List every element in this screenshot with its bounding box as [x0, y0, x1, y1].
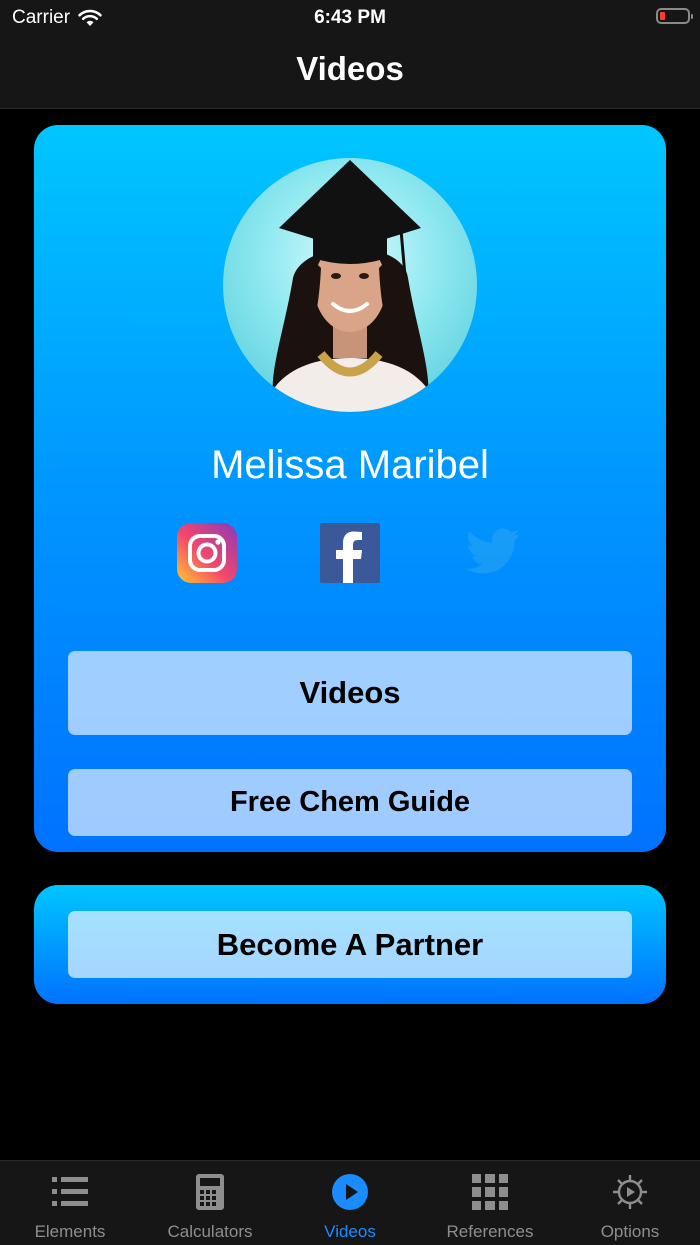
status-time: 6:43 PM	[314, 7, 386, 28]
tab-label: Calculators	[167, 1222, 253, 1241]
tab-videos[interactable]: Videos	[280, 1161, 420, 1245]
grid-icon	[472, 1174, 508, 1210]
status-bar: Carrier 6:43 PM	[0, 0, 700, 40]
profile-card: Melissa Maribel Videos Free Chem Guide	[34, 125, 666, 852]
gear-icon	[613, 1175, 647, 1209]
navigation-bar: Videos	[0, 40, 700, 109]
play-icon	[332, 1174, 368, 1210]
tab-references[interactable]: References	[420, 1161, 560, 1245]
free-chem-guide-button[interactable]: Free Chem Guide	[68, 769, 632, 836]
tab-elements[interactable]: Elements	[0, 1161, 140, 1245]
tab-label: Options	[600, 1222, 660, 1241]
tab-label: Videos	[324, 1222, 376, 1241]
tab-calculators[interactable]: Calculators	[140, 1161, 280, 1245]
instagram-icon[interactable]	[177, 523, 237, 583]
facebook-icon[interactable]	[320, 523, 380, 583]
profile-name: Melissa Maribel	[211, 443, 489, 487]
become-partner-button[interactable]: Become A Partner	[68, 911, 632, 978]
videos-button[interactable]: Videos	[68, 651, 632, 735]
tab-options[interactable]: Options	[560, 1161, 700, 1245]
social-links	[34, 523, 666, 583]
list-icon	[52, 1177, 88, 1206]
battery-icon	[656, 8, 693, 24]
partner-card: Become A Partner	[34, 885, 666, 1004]
avatar	[223, 158, 477, 412]
tab-bar: Elements Calculators Videos References O…	[0, 1160, 700, 1245]
tab-label: Elements	[34, 1222, 106, 1241]
tab-label: References	[446, 1222, 534, 1241]
page-title: Videos	[296, 50, 404, 87]
calculator-icon	[196, 1174, 224, 1210]
twitter-icon[interactable]	[463, 523, 523, 583]
